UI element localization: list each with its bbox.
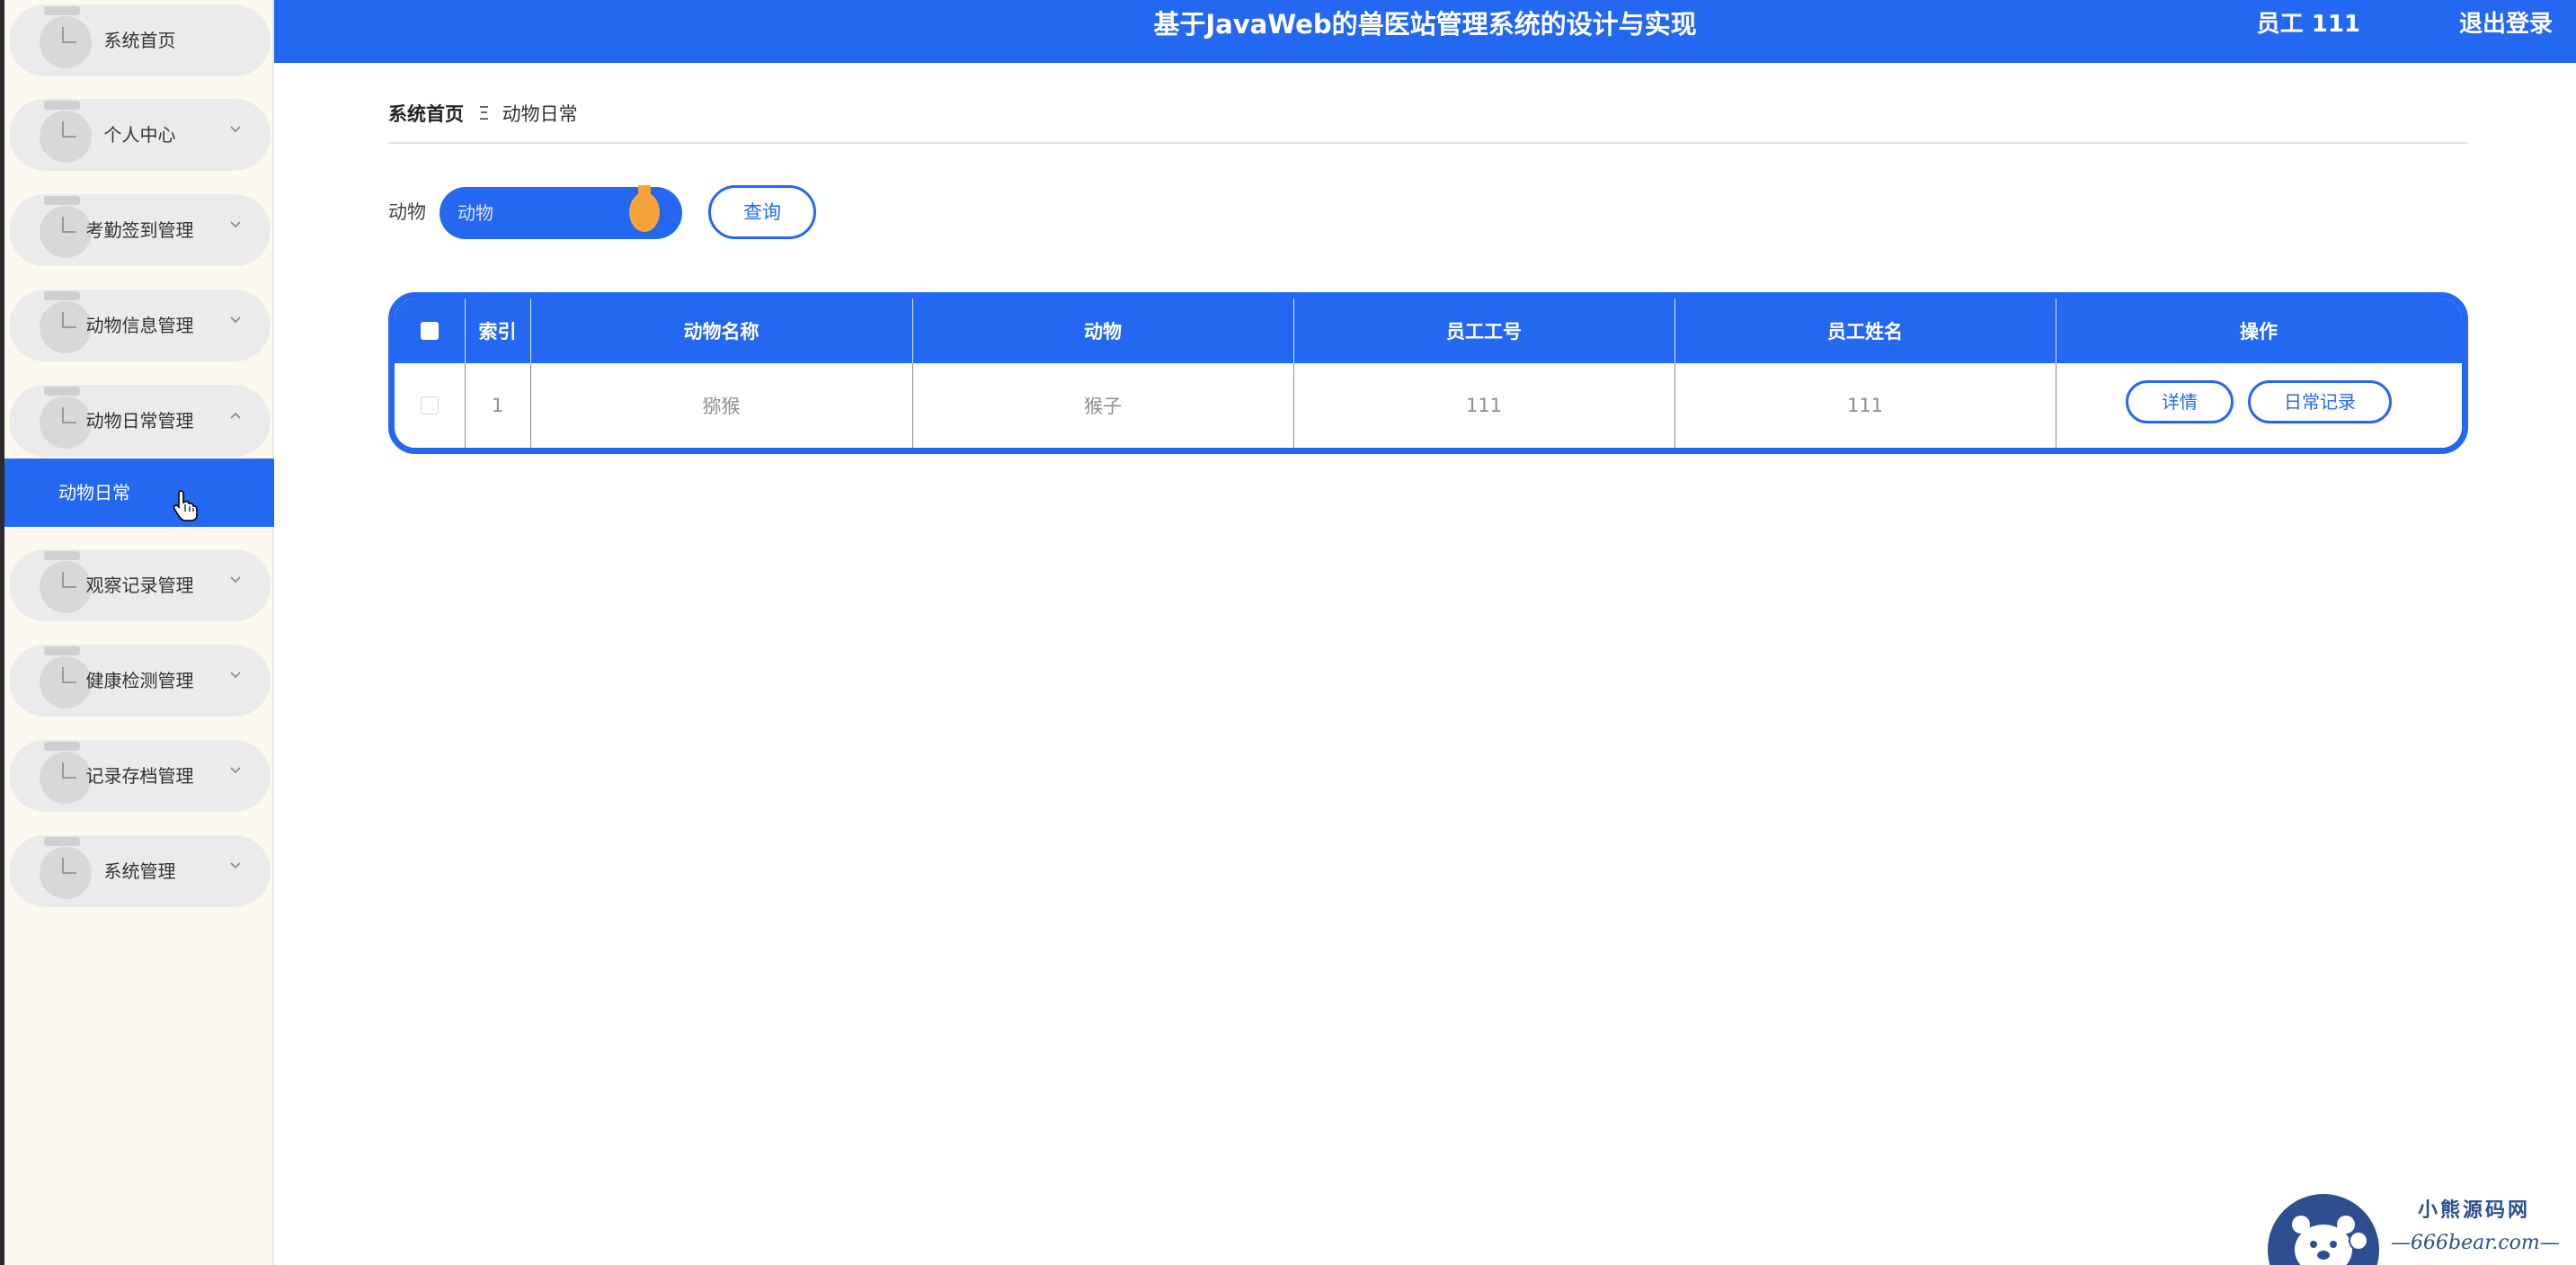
sidebar-edge [0,0,4,1265]
column-header: 动物名称 [683,321,759,343]
sidebar-item-animal-daily[interactable]: 动物日常管理 [9,385,271,457]
daily-record-button[interactable]: 日常记录 [2248,380,2392,423]
column-header: 操作 [2240,321,2278,343]
row-checkbox[interactable] [421,396,439,414]
input-knob-icon [627,185,662,232]
logout-button[interactable]: 退出登录 [2459,0,2553,49]
chevron-up-icon [229,408,242,421]
sidebar-item-animal-info[interactable]: 动物信息管理 [9,290,271,361]
cell-index: 1 [491,395,504,416]
details-button[interactable]: 详情 [2126,380,2234,423]
sidebar-item-label: 系统首页 [103,30,176,51]
column-divider [1674,298,1675,363]
column-divider [1293,298,1294,363]
sidebar-item-observation[interactable]: 观察记录管理 [9,549,271,621]
cell-employee-id: 111 [1465,395,1503,416]
breadcrumb: 系统首页 Ξ 动物日常 [388,99,578,128]
data-table: 索引 动物名称 动物 员工工号 员工姓名 操作 1 猕猴 猴子 111 111 … [388,292,2468,454]
column-divider [530,363,531,448]
bear-logo-icon [2265,1189,2382,1265]
table-row: 1 猕猴 猴子 111 111 详情 日常记录 [395,363,2462,448]
chevron-down-icon [229,313,242,325]
watermark-url: —666bear.com— [2391,1232,2560,1254]
search-label: 动物 [388,201,426,223]
top-header: 基于JavaWeb的兽医站管理系统的设计与实现 员工 111 退出登录 [274,0,2576,63]
sidebar-item-health-check[interactable]: 健康检测管理 [9,645,271,717]
sidebar-item-system[interactable]: 系统管理 [9,835,271,907]
column-header: 员工工号 [1446,321,1522,343]
chevron-down-icon [229,763,242,776]
column-divider [1674,363,1675,448]
column-divider [530,298,531,363]
watermark-name: 小熊源码网 [2418,1198,2531,1222]
select-all-checkbox[interactable] [421,322,439,340]
cell-actions: 详情 日常记录 [2056,360,2462,444]
chevron-down-icon [229,573,242,585]
chevron-down-icon [229,218,242,230]
chevron-down-icon [229,668,242,681]
sidebar-item-personal-center[interactable]: 个人中心 [9,99,271,171]
chevron-down-icon [229,122,242,135]
sidebar-subitem-label: 动物日常 [58,482,130,503]
column-header: 员工姓名 [1827,321,1903,343]
sidebar-item-records-archive[interactable]: 记录存档管理 [9,740,271,812]
row-select-cell [395,363,465,448]
column-divider [912,298,913,363]
column-divider [465,298,466,363]
select-all-cell [395,298,465,363]
breadcrumb-current: 动物日常 [502,103,578,125]
app-title: 基于JavaWeb的兽医站管理系统的设计与实现 [1153,9,1697,40]
table-header-row: 索引 动物名称 动物 员工工号 员工姓名 操作 [395,298,2462,363]
column-divider [912,363,913,448]
sidebar: 系统首页 个人中心 考勤签到管理 动物信息管理 动物日常管理 动物日常 观察记录… [0,0,274,1265]
column-header: 动物 [1084,321,1122,343]
current-user: 员工 111 [2256,11,2360,38]
sidebar-subitem-animal-daily[interactable]: 动物日常 [4,459,274,527]
breadcrumb-separator-icon: Ξ [478,102,490,124]
cell-employee-name: 111 [1846,395,1884,416]
sidebar-item-home[interactable]: 系统首页 [9,4,271,76]
sidebar-item-attendance[interactable]: 考勤签到管理 [9,194,271,266]
breadcrumb-home[interactable]: 系统首页 [388,100,464,127]
cell-animal-name: 猕猴 [702,396,741,417]
cell-animal: 猴子 [1084,396,1122,417]
column-header: 索引 [478,321,517,343]
breadcrumb-divider [388,142,2468,144]
chevron-down-icon [229,859,242,871]
search-button[interactable]: 查询 [708,185,816,239]
column-divider [465,363,466,448]
hand-cursor-icon [173,489,198,521]
column-divider [1293,363,1294,448]
